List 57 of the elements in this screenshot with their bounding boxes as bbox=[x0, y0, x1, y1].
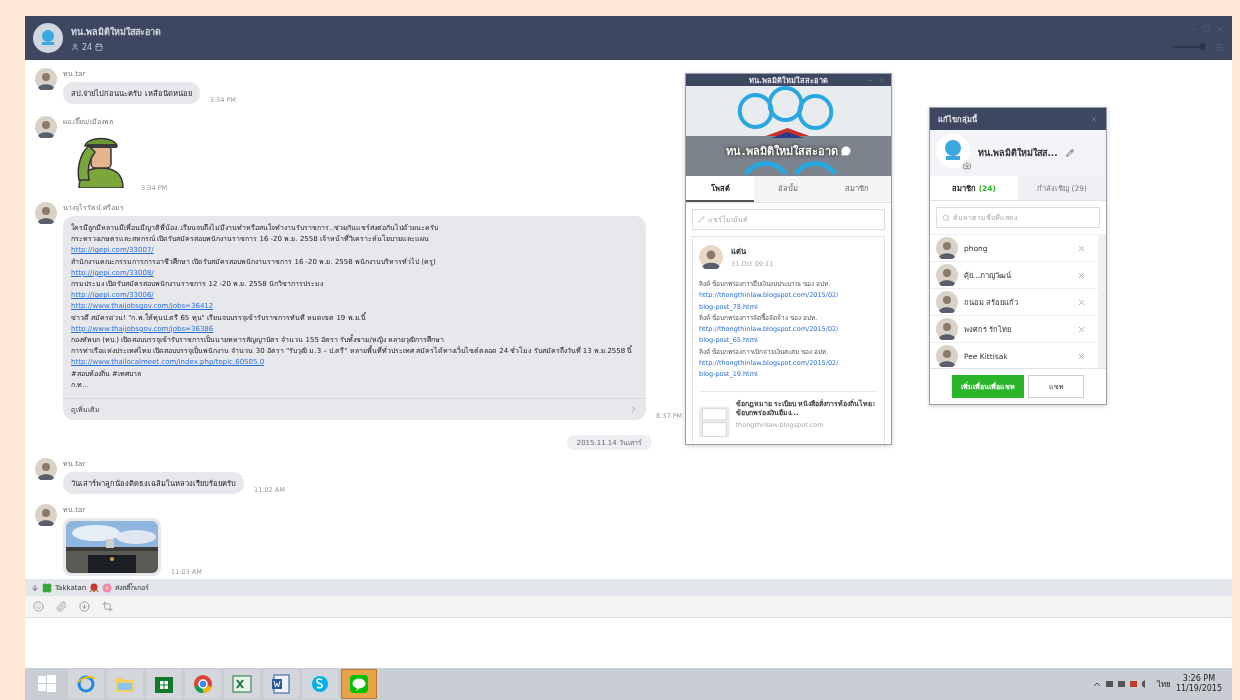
speech-bubble-icon bbox=[310, 674, 330, 694]
chevron-right-icon bbox=[629, 405, 638, 415]
edit-icon[interactable] bbox=[1065, 149, 1074, 157]
close-icon[interactable] bbox=[878, 76, 885, 84]
taskbar-app[interactable] bbox=[224, 669, 260, 699]
language-indicator[interactable]: ไทย bbox=[1156, 677, 1171, 691]
taskbar-app[interactable] bbox=[146, 669, 182, 699]
remove-icon[interactable] bbox=[1077, 324, 1086, 334]
avatar-icon bbox=[35, 68, 57, 90]
person-icon bbox=[71, 43, 79, 51]
document-icon bbox=[271, 674, 291, 694]
remove-icon[interactable] bbox=[1077, 297, 1086, 307]
search-icon bbox=[942, 213, 950, 222]
shopping-bag-icon bbox=[154, 674, 174, 694]
taskbar-app[interactable] bbox=[341, 669, 377, 699]
chat-bubble-icon bbox=[349, 674, 369, 694]
group-logo-icon bbox=[33, 23, 63, 53]
download-icon[interactable] bbox=[79, 601, 90, 612]
avatar-icon bbox=[35, 116, 57, 138]
crop-icon[interactable] bbox=[102, 601, 113, 612]
remove-icon[interactable] bbox=[1077, 243, 1086, 253]
group-title: ทน.พลมิติใหม่ใสสะอาด bbox=[71, 25, 162, 39]
attach-icon[interactable] bbox=[56, 601, 67, 612]
emoji-icon[interactable] bbox=[33, 601, 44, 612]
avatar-icon bbox=[936, 237, 958, 259]
group-name: ทน.พลมิติใหม่ใสส... bbox=[978, 147, 1058, 160]
avatar-icon bbox=[35, 458, 57, 481]
remove-icon[interactable] bbox=[1077, 270, 1086, 280]
octopus-icon bbox=[89, 582, 100, 593]
circle-logo-icon bbox=[193, 674, 213, 694]
avatar-icon bbox=[35, 504, 57, 527]
spreadsheet-icon bbox=[232, 674, 252, 694]
group-logo-icon bbox=[936, 134, 970, 168]
folder-icon bbox=[115, 675, 135, 693]
remove-icon[interactable] bbox=[1077, 351, 1086, 361]
chat-bubble-icon bbox=[840, 146, 851, 156]
globe-icon bbox=[76, 674, 96, 694]
windows-icon bbox=[38, 675, 56, 693]
pencil-icon bbox=[698, 216, 705, 223]
close-icon[interactable] bbox=[1090, 115, 1098, 123]
taskbar-app[interactable] bbox=[185, 669, 221, 699]
member-count: 24 bbox=[82, 42, 93, 52]
clock-time: 3:26 PM bbox=[1182, 674, 1216, 684]
avatar-icon bbox=[936, 318, 958, 340]
avatar-icon bbox=[35, 202, 57, 224]
avatar-icon bbox=[936, 291, 958, 313]
arrow-down-icon bbox=[31, 583, 39, 592]
notes-icon bbox=[95, 43, 104, 51]
avatar-icon bbox=[936, 264, 958, 286]
cover-title: ทน.พลมิติใหม่ใสสะอาด bbox=[726, 143, 838, 160]
flower-icon bbox=[102, 582, 113, 593]
avatar-icon bbox=[936, 345, 958, 367]
camera-icon[interactable] bbox=[963, 162, 971, 170]
clover-icon bbox=[42, 582, 52, 593]
taskbar-app[interactable] bbox=[263, 669, 299, 699]
clock-date: 11/19/2015 bbox=[1175, 684, 1222, 694]
avatar-icon bbox=[699, 245, 723, 269]
